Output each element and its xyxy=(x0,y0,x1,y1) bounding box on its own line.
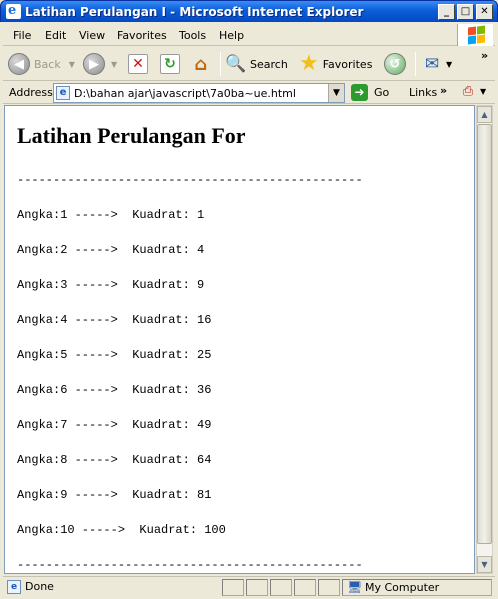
window-title: Latihan Perulangan I - Microsoft Interne… xyxy=(25,5,364,19)
menu-file[interactable]: File xyxy=(13,29,31,42)
chevron-down-icon: ▼ xyxy=(68,59,75,69)
result-line: Angka:2 -----> Kuadrat: 4 xyxy=(17,243,205,257)
result-line: Angka:3 -----> Kuadrat: 9 xyxy=(17,278,205,292)
standard-toolbar: ◀ Back ▼ ▶ ▼ ✕ ↻ ⌂ 🔍 Search ★ Favorites … xyxy=(3,47,495,81)
result-line: Angka:5 -----> Kuadrat: 25 xyxy=(17,348,212,362)
go-arrow-icon[interactable]: ➜ xyxy=(351,84,368,101)
result-line: Angka:8 -----> Kuadrat: 64 xyxy=(17,453,212,467)
windows-logo-icon xyxy=(457,24,493,46)
mail-button[interactable]: ✉ ▼ xyxy=(422,51,452,77)
bottom-divider: ----------------------------------------… xyxy=(17,558,363,572)
search-icon: 🔍 xyxy=(225,54,247,74)
mail-icon: ✉ xyxy=(424,54,440,74)
result-line: Angka:10 -----> Kuadrat: 100 xyxy=(17,523,226,537)
star-icon: ★ xyxy=(299,51,319,76)
page-content: Latihan Perulangan For -----------------… xyxy=(4,105,475,574)
menu-tools[interactable]: Tools xyxy=(179,29,206,42)
result-line: Angka:9 -----> Kuadrat: 81 xyxy=(17,488,212,502)
status-panel xyxy=(270,579,292,596)
favorites-button[interactable]: ★ Favorites xyxy=(299,51,372,77)
result-line: Angka:6 -----> Kuadrat: 36 xyxy=(17,383,212,397)
toolbar-overflow-chevron[interactable]: » xyxy=(481,49,488,62)
address-input[interactable]: e D:\bahan ajar\javascript\7a0ba~ue.html… xyxy=(53,83,345,103)
security-zone-label: My Computer xyxy=(365,581,440,594)
chevron-down-icon: ▼ xyxy=(446,59,453,69)
page-done-icon: e xyxy=(7,580,21,594)
stop-icon: ✕ xyxy=(128,54,148,74)
menu-favorites[interactable]: Favorites xyxy=(117,29,167,42)
chevron-down-icon: ▼ xyxy=(111,59,118,69)
top-divider: ----------------------------------------… xyxy=(17,173,363,187)
back-arrow-icon: ◀ xyxy=(8,53,30,75)
home-button[interactable]: ⌂ xyxy=(191,51,211,77)
status-panel xyxy=(318,579,340,596)
address-bar: Address e D:\bahan ajar\javascript\7a0ba… xyxy=(3,82,495,104)
ie-icon: e xyxy=(6,3,21,19)
address-dropdown-button[interactable]: ▼ xyxy=(328,84,344,102)
result-line: Angka:4 -----> Kuadrat: 16 xyxy=(17,313,212,327)
go-button[interactable]: Go xyxy=(374,86,389,99)
page-icon: e xyxy=(56,86,70,100)
status-bar: e Done 🖥 My Computer xyxy=(3,576,495,597)
stop-button[interactable]: ✕ xyxy=(128,51,148,77)
links-button[interactable]: Links xyxy=(409,86,437,99)
maximize-button[interactable]: □ xyxy=(457,4,474,20)
refresh-icon: ↻ xyxy=(160,54,180,74)
close-button[interactable]: ✕ xyxy=(476,4,493,20)
refresh-button[interactable]: ↻ xyxy=(160,51,180,77)
scroll-down-button[interactable]: ▼ xyxy=(477,556,492,573)
menu-view[interactable]: View xyxy=(79,29,105,42)
result-line: Angka:7 -----> Kuadrat: 49 xyxy=(17,418,212,432)
chevron-down-icon[interactable]: ▼ xyxy=(480,87,486,96)
status-panel xyxy=(246,579,268,596)
scroll-thumb[interactable] xyxy=(477,124,492,544)
menu-edit[interactable]: Edit xyxy=(45,29,66,42)
links-overflow-chevron[interactable]: » xyxy=(440,84,447,97)
vertical-scrollbar[interactable]: ▲ ▼ xyxy=(476,105,493,574)
result-line: Angka:1 -----> Kuadrat: 1 xyxy=(17,208,205,222)
status-panel xyxy=(294,579,316,596)
minimize-button[interactable]: _ xyxy=(438,4,455,20)
address-url: D:\bahan ajar\javascript\7a0ba~ue.html xyxy=(74,87,296,100)
home-icon: ⌂ xyxy=(194,53,208,75)
forward-button[interactable]: ▶ ▼ xyxy=(83,51,117,77)
pdf-icon[interactable]: ⎙ xyxy=(459,84,477,101)
address-label: Address xyxy=(9,86,53,99)
history-button[interactable]: ↺ xyxy=(384,51,406,77)
page-heading: Latihan Perulangan For xyxy=(17,123,246,148)
history-icon: ↺ xyxy=(384,53,406,75)
security-zone-panel: 🖥 My Computer xyxy=(342,579,492,596)
scroll-up-button[interactable]: ▲ xyxy=(477,106,492,123)
status-panel xyxy=(222,579,244,596)
menu-help[interactable]: Help xyxy=(219,29,244,42)
menu-bar: File Edit View Favorites Tools Help xyxy=(3,24,495,46)
computer-icon: 🖥 xyxy=(347,580,363,594)
title-bar[interactable]: e Latihan Perulangan I - Microsoft Inter… xyxy=(0,0,498,22)
forward-arrow-icon: ▶ xyxy=(83,53,105,75)
status-text: Done xyxy=(25,580,54,593)
back-button[interactable]: ◀ Back ▼ xyxy=(8,51,75,77)
search-button[interactable]: 🔍 Search xyxy=(225,51,287,77)
